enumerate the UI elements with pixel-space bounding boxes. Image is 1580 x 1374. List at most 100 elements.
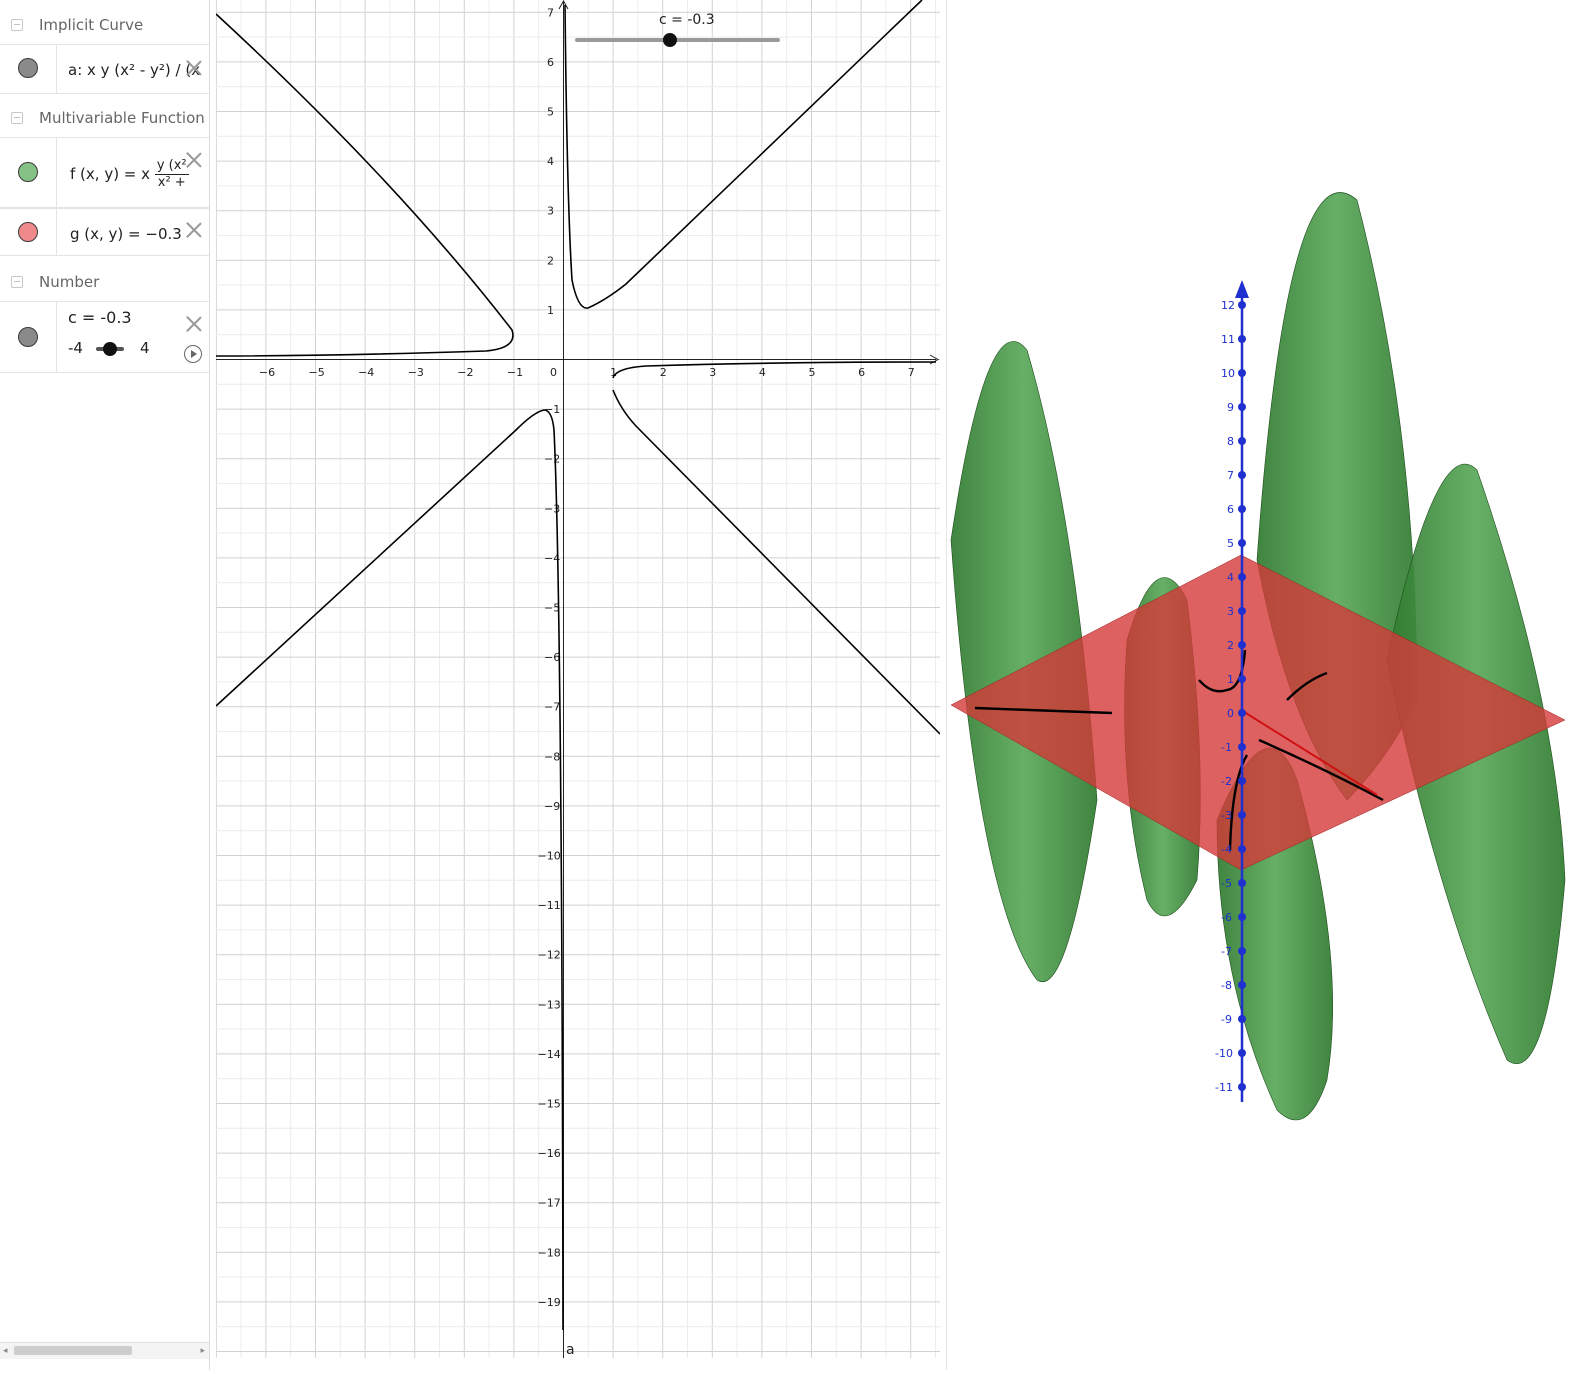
delete-icon[interactable] [186,152,202,168]
y-tick-label: −6 [544,651,560,664]
algebra-item-f[interactable]: f (x, y) = x y (x² x² + [0,137,209,208]
x-tick-label: 4 [759,366,766,379]
slider-handle[interactable] [103,342,117,356]
z-tick-label: 7 [1227,469,1234,482]
y-tick-label: −11 [538,899,561,912]
axes [216,0,940,1358]
graphics-slider[interactable]: c = -0.3 [575,12,780,47]
algebra-item-g[interactable]: g (x, y) = −0.3 [0,208,209,256]
category-implicit-curve[interactable]: Implicit Curve [0,2,209,46]
y-tick-label: −10 [538,850,561,863]
implicit-curve-definition[interactable]: a: x y (x² - y²) / (x [68,61,200,79]
y-tick-label: −1 [544,403,560,416]
z-tick-mark [1238,1049,1246,1057]
play-animation-icon[interactable] [184,345,202,363]
delete-icon[interactable] [186,60,202,76]
z-tick-mark [1238,539,1246,547]
z-tick-mark [1238,403,1246,411]
fraction: y (x² x² + [154,158,189,191]
implicit-curve-a[interactable] [215,0,941,1331]
collapse-icon[interactable] [11,112,23,124]
y-tick-label: 7 [547,6,554,19]
slider-max-label: 4 [140,339,150,357]
z-tick-label: 6 [1227,503,1234,516]
slider-handle[interactable] [662,33,677,47]
z-tick-mark [1238,573,1246,581]
y-tick-label: −16 [538,1147,561,1160]
visibility-toggle-icon[interactable] [18,327,38,347]
z-tick-label: -5 [1221,877,1232,890]
x-tick-label: 2 [660,366,667,379]
algebra-item-c[interactable]: c = -0.3 -4 4 [0,301,209,373]
curve-branch-upper-right[interactable] [564,0,923,309]
z-tick-label: -4 [1221,843,1232,856]
x-tick-label: −5 [309,366,325,379]
graphics-3d-view[interactable]: 12 11 10 9 8 7 6 5 4 3 2 1 0 -1 -2 -3 -4 -5 -6 -7 -8 -9 -10 -11 [946,0,1580,1370]
x-tick-label: −4 [358,366,374,379]
z-tick-mark [1238,471,1246,479]
z-tick-mark [1238,743,1246,751]
z-tick-mark [1238,845,1246,853]
marble-column [0,209,57,255]
fraction-numerator: y (x² [154,158,189,175]
slider-label: c = -0.3 [659,12,715,28]
function-f-definition[interactable]: f (x, y) = x y (x² x² + [70,158,189,191]
z-tick-mark [1238,301,1246,309]
z-tick-label: 3 [1227,605,1234,618]
scroll-left-icon[interactable]: ◂ [3,1346,8,1356]
z-tick-mark [1238,1083,1246,1091]
z-tick-mark [1238,675,1246,683]
z-tick-label: -1 [1221,741,1232,754]
function-g-definition[interactable]: g (x, y) = −0.3 [70,225,182,243]
y-tick-label: −8 [544,750,560,763]
delete-icon[interactable] [186,222,202,238]
y-tick-label: 6 [547,56,554,69]
z-tick-label: -8 [1221,979,1232,992]
visibility-toggle-icon[interactable] [18,58,38,78]
z-tick-label: 2 [1227,639,1234,652]
z-tick-label: 9 [1227,401,1234,414]
category-label: Number [39,273,100,291]
z-tick-mark [1238,913,1246,921]
graphics-canvas[interactable]: −6 −5 −4 −3 −2 −1 1 2 3 4 5 6 7 1234567−1−2−3−4−5−6−… [215,0,941,1358]
visibility-toggle-icon[interactable] [18,222,38,242]
x-tick-label: −6 [259,366,275,379]
scroll-right-icon[interactable]: ▸ [200,1346,205,1356]
z-tick-label: -9 [1221,1013,1232,1026]
y-tick-label: −12 [538,949,561,962]
curve-label: a [566,1342,575,1358]
x-tick-labels: −6 −5 −4 −3 −2 −1 1 2 3 4 5 6 7 [259,366,915,379]
algebra-item-a[interactable]: a: x y (x² - y²) / (x [0,44,209,94]
z-tick-label: 11 [1221,333,1235,346]
slider-min-label: -4 [68,339,83,357]
x-tick-label: −2 [457,366,473,379]
curve-branch-upper-left[interactable] [215,13,514,357]
x-tick-label: 3 [709,366,716,379]
x-tick-label: −3 [408,366,424,379]
z-tick-mark [1238,1015,1246,1023]
z-tick-label: -10 [1215,1047,1233,1060]
y-tick-label: −14 [538,1048,561,1061]
visibility-toggle-icon[interactable] [18,162,38,182]
x-tick-label: 7 [908,366,915,379]
y-tick-label: 5 [547,106,554,119]
z-tick-label: 12 [1221,299,1235,312]
graphics-3d-canvas[interactable]: 1211109876543210-1-2-3-4-5-6-7-8-9-10-11 [947,0,1580,1370]
number-c-definition[interactable]: c = -0.3 [68,308,132,327]
y-tick-label: −15 [538,1098,561,1111]
z-tick-mark [1238,641,1246,649]
y-tick-label: −9 [544,800,560,813]
category-number[interactable]: Number [0,259,209,303]
marble-column [0,138,57,207]
collapse-icon[interactable] [11,19,23,31]
z-tick-label: 5 [1227,537,1234,550]
z-tick-label: -11 [1215,1081,1233,1094]
category-multivariable-function[interactable]: Multivariable Function [0,95,209,139]
delete-icon[interactable] [186,316,202,332]
marble-column [0,302,57,372]
z-tick-mark [1238,437,1246,445]
collapse-icon[interactable] [11,276,23,288]
graphics-view[interactable]: −6 −5 −4 −3 −2 −1 1 2 3 4 5 6 7 1 2 3 4 5 6 7 −1 −2 −3 −4 −5 −6−… [215,0,941,1358]
scrollbar-thumb[interactable] [14,1346,132,1355]
horizontal-scrollbar[interactable]: ◂ ▸ [0,1342,209,1359]
